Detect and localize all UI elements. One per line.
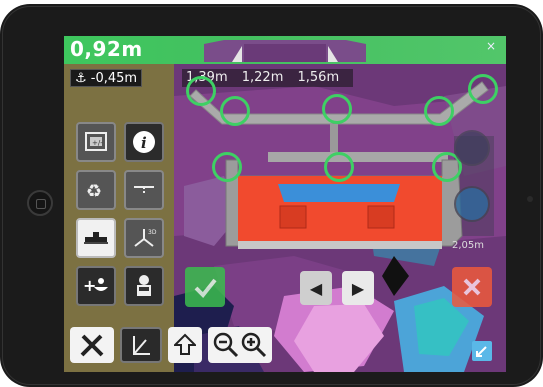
info-icon: i xyxy=(133,131,155,153)
target-point-4[interactable] xyxy=(424,96,454,126)
offset-readout: ⚓ -0,45m xyxy=(70,69,143,87)
boom-icon xyxy=(84,232,108,244)
zoom-in-icon[interactable] xyxy=(240,331,268,359)
close-x-icon xyxy=(463,278,481,296)
level-icon xyxy=(134,186,154,195)
svg-text:+/-: +/- xyxy=(92,139,103,147)
target-point-1[interactable] xyxy=(186,76,216,106)
camera xyxy=(527,196,533,202)
checkmark-icon xyxy=(194,278,217,298)
axis-3d-icon: 3D xyxy=(134,229,157,247)
target-point-2[interactable] xyxy=(220,96,250,126)
angle-icon xyxy=(133,336,150,355)
up-button[interactable] xyxy=(168,327,202,363)
bucket-plus-icon: + xyxy=(83,276,108,295)
nav-left-button[interactable]: ◀ xyxy=(300,271,332,305)
chevron-left-icon: ◀ xyxy=(309,278,323,298)
zoom-frame-button[interactable]: +/- xyxy=(76,122,116,162)
home-button[interactable] xyxy=(27,190,53,216)
height-readout: 0,92m xyxy=(70,37,143,61)
operator-icon xyxy=(137,275,151,296)
side-reading: 2,05m xyxy=(452,240,485,251)
info-button[interactable]: i xyxy=(124,122,164,162)
add-bucket-button[interactable]: + xyxy=(76,266,116,306)
zoom-controls xyxy=(208,327,272,363)
zoom-out-icon[interactable] xyxy=(212,331,240,359)
svg-text:♻: ♻ xyxy=(86,181,102,202)
tools-button[interactable] xyxy=(70,327,114,363)
chevron-right-icon: ▶ xyxy=(351,278,365,298)
boom-button[interactable] xyxy=(76,218,116,258)
level-button[interactable] xyxy=(124,170,164,210)
gauge-1 xyxy=(454,130,490,166)
measure-button[interactable] xyxy=(120,327,162,363)
svg-text:3D: 3D xyxy=(148,229,157,236)
recycle-icon: ♻ xyxy=(86,181,102,202)
close-icon[interactable]: × xyxy=(486,39,496,53)
nav-right-button[interactable]: ▶ xyxy=(342,271,374,305)
recycle-button[interactable]: ♻ xyxy=(76,170,116,210)
tablet-frame: 0,92m × ⚓ -0,45m 1,39m 1,22m 1,56m 2,05m… xyxy=(0,4,543,387)
svg-text:i: i xyxy=(141,134,147,152)
expand-icon xyxy=(476,346,487,357)
target-point-6[interactable] xyxy=(212,152,242,182)
arrow-up-icon xyxy=(174,333,196,355)
tools-icon xyxy=(80,334,104,357)
expand-button[interactable] xyxy=(472,341,492,361)
tab-notch-icon xyxy=(204,40,366,62)
gauge-2 xyxy=(454,186,490,222)
app-screen: 0,92m × ⚓ -0,45m 1,39m 1,22m 1,56m 2,05m… xyxy=(64,36,506,372)
confirm-button[interactable] xyxy=(185,267,225,307)
target-point-5[interactable] xyxy=(468,74,498,104)
svg-text:+: + xyxy=(83,276,96,295)
target-point-3[interactable] xyxy=(322,94,352,124)
frame-plus-minus-icon: +/- xyxy=(85,132,107,151)
target-point-7[interactable] xyxy=(324,152,354,182)
3d-axis-button[interactable]: 3D xyxy=(124,218,164,258)
cancel-button[interactable] xyxy=(452,267,492,307)
header-bar: 0,92m × xyxy=(64,36,506,64)
operator-button[interactable] xyxy=(124,266,164,306)
